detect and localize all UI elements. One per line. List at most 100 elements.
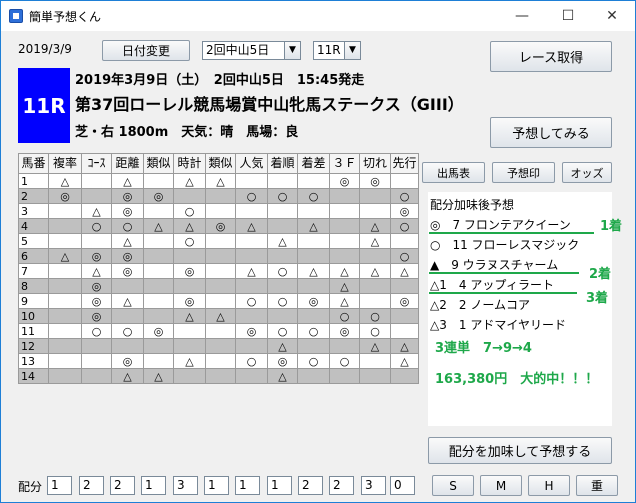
mark-cell: ○ xyxy=(267,293,298,309)
table-row[interactable]: 4 ○ ○ △ △ ◎ △ △ △ ○ xyxy=(18,218,419,234)
chevron-down-icon[interactable]: ▼ xyxy=(344,42,360,59)
mark-cell: ◎ xyxy=(111,263,144,279)
mark-cell xyxy=(143,338,174,354)
mark-cell: ◎ xyxy=(81,293,112,309)
mark-cell xyxy=(297,368,330,384)
column-header[interactable]: ３Ｆ xyxy=(329,153,360,174)
preset-s-button[interactable]: S xyxy=(432,475,474,496)
mark-cell xyxy=(173,323,206,339)
chevron-down-icon[interactable]: ▼ xyxy=(284,42,300,59)
column-header[interactable]: 類似 xyxy=(143,153,174,174)
table-row[interactable]: 1 △ △ △ △ ◎ ◎ xyxy=(18,173,419,189)
mark-cell: ○ xyxy=(235,293,268,309)
horse-number-cell: 7 xyxy=(18,263,49,279)
mark-cell: △ xyxy=(173,353,206,369)
minimize-button[interactable]: — xyxy=(499,1,545,31)
mark-cell: ○ xyxy=(297,323,330,339)
mark-cell xyxy=(359,278,391,294)
odds-button[interactable]: オッズ xyxy=(562,162,612,183)
evaluation-table: 馬番 複率 ｺｰｽ 距離 類似 時計 類似 人気 着順 着差 ３Ｆ 切れ 先行 … xyxy=(18,153,419,384)
mark-cell: △ xyxy=(81,263,112,279)
weight-input[interactable]: 1 xyxy=(47,476,72,495)
preset-h-button[interactable]: H xyxy=(528,475,570,496)
mark-cell xyxy=(359,293,391,309)
apply-weights-button[interactable]: 配分を加味して予想する xyxy=(428,437,612,464)
weight-input[interactable]: 0 xyxy=(390,476,415,495)
app-window: 簡単予想くん — ☐ ✕ 2019/3/9 日付変更 2回中山5日 ▼ 11R … xyxy=(0,0,636,503)
horse-number-cell: 9 xyxy=(18,293,49,309)
weight-input[interactable]: 2 xyxy=(329,476,354,495)
weight-input[interactable]: 1 xyxy=(267,476,292,495)
prediction-line: △2 2 ノームコア xyxy=(430,298,530,312)
preset-m-button[interactable]: M xyxy=(480,475,522,496)
weight-input[interactable]: 1 xyxy=(204,476,229,495)
mark-cell xyxy=(81,368,112,384)
mark-cell: △ xyxy=(359,263,391,279)
table-row[interactable]: 11 ○ ○ ◎ ◎ ○ ○ ◎ ○ xyxy=(18,323,419,339)
close-button[interactable]: ✕ xyxy=(589,1,635,31)
maximize-button[interactable]: ☐ xyxy=(545,1,591,31)
table-row[interactable]: 7 △ ◎ ◎ △ ○ △ △ △ △ xyxy=(18,263,419,279)
mark-cell xyxy=(297,173,330,189)
mark-cell: △ xyxy=(329,278,360,294)
mark-cell: △ xyxy=(235,218,268,234)
table-row[interactable]: 5 △ ○ △ △ xyxy=(18,233,419,249)
mark-cell xyxy=(48,293,82,309)
mark-cell xyxy=(205,293,236,309)
column-header[interactable]: 着順 xyxy=(267,153,298,174)
column-header[interactable]: 着差 xyxy=(297,153,330,174)
column-header[interactable]: 先行 xyxy=(390,153,419,174)
race-conditions: 芝・右 1800m 天気：晴 馬場：良 xyxy=(75,125,299,140)
mark-cell xyxy=(48,323,82,339)
mark-cell xyxy=(390,233,419,249)
table-row[interactable]: 9 ◎ △ ◎ ○ ○ ◎ △ ◎ xyxy=(18,293,419,309)
fetch-race-button[interactable]: レース取得 xyxy=(490,41,612,72)
table-row[interactable]: 2 ◎ ◎ ◎ ○ ○ ○ ○ xyxy=(18,188,419,204)
weight-input[interactable]: 2 xyxy=(298,476,323,495)
mark-cell xyxy=(267,278,298,294)
mark-cell: ◎ xyxy=(235,323,268,339)
mark-cell xyxy=(329,368,360,384)
weight-input[interactable]: 3 xyxy=(173,476,198,495)
weight-input[interactable]: 2 xyxy=(79,476,104,495)
table-row[interactable]: 8 ◎ △ xyxy=(18,278,419,294)
race-name: 第37回ローレル競馬場賞中山牝馬ステークス（GIII） xyxy=(75,95,464,114)
column-header[interactable]: ｺｰｽ xyxy=(81,153,112,174)
meeting-select[interactable]: 2回中山5日 ▼ xyxy=(202,41,301,60)
mark-cell xyxy=(235,203,268,219)
weight-input[interactable]: 1 xyxy=(235,476,260,495)
weight-input[interactable]: 3 xyxy=(361,476,386,495)
table-row[interactable]: 12 △ △ △ xyxy=(18,338,419,354)
mark-cell xyxy=(297,248,330,264)
mark-cell xyxy=(48,278,82,294)
weight-input[interactable]: 1 xyxy=(141,476,166,495)
change-date-button[interactable]: 日付変更 xyxy=(102,40,190,61)
weight-input[interactable]: 2 xyxy=(110,476,135,495)
mark-cell: ○ xyxy=(390,188,419,204)
horse-number-cell: 2 xyxy=(18,188,49,204)
table-row[interactable]: 6 △ ◎ ◎ ○ xyxy=(18,248,419,264)
race-select[interactable]: 11R ▼ xyxy=(313,41,361,60)
predict-button[interactable]: 予想してみる xyxy=(490,117,612,148)
table-row[interactable]: 14 △ △ △ xyxy=(18,368,419,384)
column-header[interactable]: 時計 xyxy=(173,153,206,174)
preset-heavy-button[interactable]: 重 xyxy=(576,475,618,496)
mark-cell: △ xyxy=(143,368,174,384)
table-row[interactable]: 3 △ ◎ ○ ◎ xyxy=(18,203,419,219)
column-header[interactable]: 切れ xyxy=(359,153,391,174)
marks-button[interactable]: 予想印 xyxy=(492,162,555,183)
mark-cell xyxy=(48,263,82,279)
mark-cell xyxy=(48,338,82,354)
mark-cell xyxy=(111,278,144,294)
table-row[interactable]: 10 ◎ △ △ ○ ○ xyxy=(18,308,419,324)
mark-cell xyxy=(48,308,82,324)
column-header[interactable]: 人気 xyxy=(235,153,268,174)
entries-button[interactable]: 出馬表 xyxy=(422,162,485,183)
column-header[interactable]: 距離 xyxy=(111,153,144,174)
table-row[interactable]: 13 ◎ △ ○ ◎ ○ ○ △ xyxy=(18,353,419,369)
column-header[interactable]: 複率 xyxy=(48,153,82,174)
column-header[interactable]: 馬番 xyxy=(18,153,49,174)
prediction-line: △3 1 アドマイヤリード xyxy=(430,318,566,332)
column-header[interactable]: 類似 xyxy=(205,153,236,174)
mark-cell xyxy=(329,188,360,204)
